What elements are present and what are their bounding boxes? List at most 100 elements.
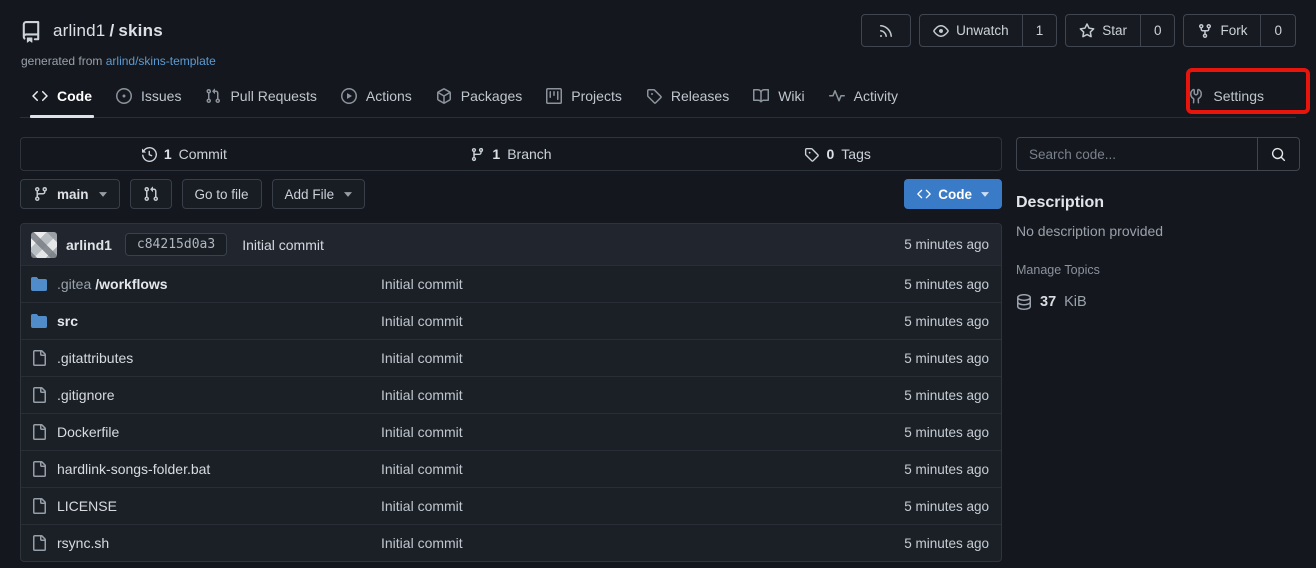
file-name-prefix[interactable]: .gitea [57,276,91,292]
go-to-file-button[interactable]: Go to file [182,179,262,209]
eye-icon [933,23,949,39]
branch-selector[interactable]: main [20,179,120,209]
file-commit-time: 5 minutes ago [904,388,991,403]
file-table: arlind1 c84215d0a3 Initial commit 5 minu… [20,223,1002,562]
folder-icon [31,313,47,329]
file-name[interactable]: /workflows [95,276,167,292]
table-row: rsync.shInitial commit5 minutes ago [21,524,1001,561]
tab-label: Code [57,88,92,104]
tab-issues[interactable]: Issues [104,77,193,117]
template-repo-link[interactable]: arlind/skins-template [106,54,216,68]
file-link--gitattributes[interactable]: .gitattributes [31,350,381,366]
search-button[interactable] [1257,138,1299,170]
add-file-button[interactable]: Add File [272,179,366,209]
file-link-hardlink-songs-folder-bat[interactable]: hardlink-songs-folder.bat [31,461,381,477]
table-row: .gitignore Initial commit5 minutes ago [21,376,1001,413]
repo-title-row: arlind1/skins Unwatch 1 Star 0 [20,14,1296,47]
stat-value: 1 [164,146,172,162]
file-commit-message-link[interactable]: Initial commit [381,387,904,403]
watch-count[interactable]: 1 [1022,15,1057,46]
file-commit-message-link[interactable]: Initial commit [381,276,904,292]
file-commit-time: 5 minutes ago [904,425,991,440]
stat-commit[interactable]: 1Commit [21,138,348,170]
fork-button[interactable]: Fork [1184,15,1260,46]
file-name[interactable]: .gitattributes [57,350,133,366]
file-icon [31,350,47,366]
compare-button[interactable] [130,179,172,209]
repo-sidebar: Description No description provided Mana… [1016,137,1300,310]
folder-link--gitea-workflows[interactable]: .gitea/workflows [31,276,381,292]
tab-packages[interactable]: Packages [424,77,534,117]
file-link--gitignore[interactable]: .gitignore [31,387,381,403]
file-commit-message-link[interactable]: Initial commit [381,313,904,329]
code-download-button[interactable]: Code [904,179,1002,209]
file-commit-message-link[interactable]: Initial commit [381,424,904,440]
stat-label: Tags [841,146,871,162]
file-commit-time: 5 minutes ago [904,499,991,514]
fork-button-group: Fork 0 [1183,14,1296,47]
file-commit-message-link[interactable]: Initial commit [381,498,904,514]
search-input[interactable] [1017,138,1257,170]
unwatch-button[interactable]: Unwatch [920,15,1022,46]
star-button[interactable]: Star [1066,15,1140,46]
issue-icon [116,88,132,104]
file-commit-message-link[interactable]: Initial commit [381,350,904,366]
stat-branch[interactable]: 1Branch [348,138,675,170]
file-name[interactable]: Dockerfile [57,424,119,440]
avatar[interactable] [31,232,57,258]
stat-tags[interactable]: 0 Tags [674,138,1001,170]
commit-sha-link[interactable]: c84215d0a3 [125,233,227,256]
folder-icon [31,276,47,292]
file-name[interactable]: src [57,313,78,329]
database-icon [1016,294,1032,310]
tab-actions[interactable]: Actions [329,77,424,117]
chevron-down-icon [981,192,989,197]
tab-label: Packages [461,88,522,104]
file-name[interactable]: .gitignore [57,387,115,403]
star-label: Star [1102,23,1127,38]
history-icon [142,147,157,162]
fork-count[interactable]: 0 [1260,15,1295,46]
file-link-license[interactable]: LICENSE [31,498,381,514]
star-count[interactable]: 0 [1140,15,1175,46]
file-commit-time: 5 minutes ago [904,277,991,292]
commit-author-link[interactable]: arlind1 [66,237,112,253]
rss-button[interactable] [861,14,911,47]
tab-label: Activity [854,88,898,104]
repo-name-link[interactable]: skins [118,21,162,40]
repo-owner-link[interactable]: arlind1 [53,21,105,40]
file-toolbar: main Go to file Add File Code [20,179,1002,209]
tab-pull-requests[interactable]: Pull Requests [193,77,328,117]
repo-size-unit: KiB [1064,294,1087,310]
tab-wiki[interactable]: Wiki [741,77,816,117]
tab-label: Projects [571,88,622,104]
file-name[interactable]: hardlink-songs-folder.bat [57,461,210,477]
tab-projects[interactable]: Projects [534,77,634,117]
tab-settings[interactable]: Settings [1176,77,1276,117]
file-link-dockerfile[interactable]: Dockerfile [31,424,381,440]
go-to-file-label: Go to file [195,187,249,202]
tab-releases[interactable]: Releases [634,77,741,117]
table-row: srcInitial commit5 minutes ago [21,302,1001,339]
file-commit-message-link[interactable]: Initial commit [381,535,904,551]
file-name[interactable]: rsync.sh [57,535,109,551]
folder-link-src[interactable]: src [31,313,381,329]
file-link-rsync-sh[interactable]: rsync.sh [31,535,381,551]
manage-topics-link[interactable]: Manage Topics [1016,263,1100,277]
code-button-label: Code [938,187,972,202]
tab-label: Issues [141,88,181,104]
file-commit-time: 5 minutes ago [904,462,991,477]
file-commit-message-link[interactable]: Initial commit [381,461,904,477]
tab-label: Wiki [778,88,804,104]
tab-activity[interactable]: Activity [817,77,910,117]
commit-message-link[interactable]: Initial commit [242,237,324,253]
description-empty-text: No description provided [1016,223,1300,239]
repo-path-separator: / [109,21,114,40]
file-name[interactable]: LICENSE [57,498,117,514]
package-icon [436,88,452,104]
table-row: LICENSE Initial commit5 minutes ago [21,487,1001,524]
stat-value: 0 [826,146,834,162]
file-icon [31,461,47,477]
search-icon [1271,147,1286,162]
tab-code[interactable]: Code [20,77,104,117]
